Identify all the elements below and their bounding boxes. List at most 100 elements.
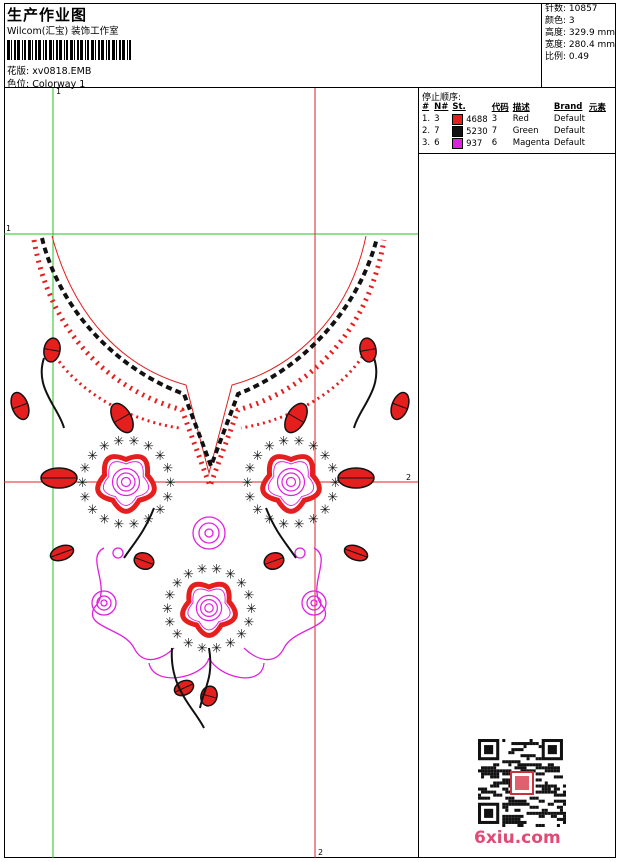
flower-left: ✳✳✳✳✳✳✳✳✳✳✳✳✳ ✳ ✳ ✳✳✳ [77, 435, 176, 533]
svg-text:✳: ✳ [165, 616, 176, 631]
stat-row: 比例: 0.49 [542, 51, 616, 63]
column-header: 元素 [588, 103, 606, 113]
svg-text:✳: ✳ [197, 641, 208, 656]
svg-text:✳: ✳ [113, 435, 124, 450]
svg-text:✳: ✳ [162, 462, 173, 477]
stat-row: 针数: 10857 [542, 3, 616, 15]
svg-text:✳: ✳ [155, 503, 166, 518]
table-cell [588, 137, 609, 149]
column-header: N# [434, 102, 449, 112]
guide-label-h2: 2 [406, 473, 412, 482]
table-cell: 7 [434, 126, 440, 136]
color-swatch [452, 125, 464, 137]
stat-row: 高度: 329.9 mm [542, 27, 616, 39]
table-cell: Green [512, 126, 539, 136]
svg-text:✳: ✳ [308, 512, 319, 527]
leaf [110, 402, 134, 434]
stat-value: 329.9 mm [566, 28, 616, 38]
flower-right: ✳✳✳✳✳✳✳✳✳✳✳✳✳ ✳ ✳ ✳✳✳ [242, 435, 341, 533]
svg-text:✳: ✳ [327, 462, 338, 477]
svg-text:✳: ✳ [294, 517, 305, 532]
stitch-count: 937 [463, 138, 483, 149]
table-cell: 6 [491, 138, 498, 148]
table-cell: 7 [491, 126, 498, 136]
svg-text:✳: ✳ [80, 490, 91, 505]
watermark: 6xiu.com [474, 828, 561, 848]
svg-text:✳: ✳ [211, 563, 222, 578]
svg-text:✳: ✳ [211, 641, 222, 656]
svg-text:✳: ✳ [129, 517, 140, 532]
table-cell: 3 [491, 114, 498, 124]
stat-label: 颜色: [545, 16, 567, 26]
neckline-outline [51, 235, 367, 475]
company-name: Wilcom(汇宝) 装饰工作室 [7, 26, 119, 37]
table-cell [588, 125, 609, 137]
stop-sequence-box: 停止顺序: # N# St. 代码 描述 Brand 元素 1. 3 4688 3 Red Defa… [419, 88, 616, 154]
svg-text:✳: ✳ [225, 567, 236, 582]
svg-text:✳: ✳ [77, 476, 88, 491]
svg-text:✳: ✳ [165, 476, 176, 491]
design-file-line: 花版: xv0818.EMB [7, 63, 91, 77]
leaf [133, 551, 155, 571]
page-title: 生产作业图 [7, 6, 88, 24]
svg-text:✳: ✳ [264, 440, 275, 455]
svg-text:✳: ✳ [225, 637, 236, 652]
table-cell [588, 113, 609, 125]
stitch-count-cell: 5230 [451, 125, 490, 137]
svg-text:✳: ✳ [243, 588, 254, 603]
leaf [43, 337, 61, 363]
leaf [263, 551, 285, 571]
svg-text:✳: ✳ [162, 602, 173, 617]
color-swatch [452, 137, 464, 149]
svg-text:✳: ✳ [99, 440, 110, 455]
guide-label-v2: 2 [318, 848, 324, 857]
embroidery-drawing: ✳✳✳✳✳✳✳✳✳✳✳✳✳ ✳ ✳ ✳✳✳✳✳✳✳✳✳✳✳✳✳✳✳✳ ✳ ✳ ✳✳✳✳✳✳✳… [4, 88, 418, 858]
table-cell: 3. [422, 138, 431, 148]
neckline-dashed [40, 237, 379, 472]
svg-text:✳: ✳ [278, 517, 289, 532]
table-row: 2. 7 5230 7 Green Default [421, 125, 609, 137]
stat-row: 宽度: 280.4 mm [542, 39, 616, 51]
svg-text:✳: ✳ [172, 576, 183, 591]
leaf [337, 467, 375, 489]
leaf [390, 391, 410, 421]
production-sheet: 生产作业图 Wilcom(汇宝) 装饰工作室 花版: xv0818.EMB 色位… [0, 0, 620, 860]
svg-text:✳: ✳ [294, 435, 305, 450]
design-stats: 针数: 10857 颜色: 3 高度: 329.9 mm 宽度: 280.4 mm 比例… [541, 3, 616, 87]
table-cell: 3 [434, 114, 440, 124]
svg-text:✳: ✳ [183, 567, 194, 582]
table-cell: Default [553, 138, 585, 148]
svg-text:✳: ✳ [143, 440, 154, 455]
svg-text:✳: ✳ [308, 440, 319, 455]
leaf [284, 402, 308, 434]
stat-label: 比例: [545, 52, 567, 62]
qr-code [478, 739, 566, 827]
stitch-count: 5230 [463, 126, 488, 137]
column-header: # [422, 102, 430, 112]
table-row: 3. 6 937 6 Magenta Default [421, 137, 609, 149]
stitch-count: 4688 [463, 114, 488, 125]
leaf [40, 467, 78, 489]
stat-row: 颜色: 3 [542, 15, 616, 27]
svg-text:✳: ✳ [197, 563, 208, 578]
svg-text:✳: ✳ [99, 512, 110, 527]
leaf [49, 544, 75, 562]
table-cell: 6 [434, 138, 440, 148]
guide-label-h1: 1 [6, 224, 12, 233]
stitch-count-cell: 937 [451, 137, 490, 149]
table-cell: 1. [422, 114, 431, 124]
stitch-count-cell: 4688 [451, 113, 490, 125]
svg-text:✳: ✳ [278, 435, 289, 450]
stat-value: 0.49 [566, 52, 589, 62]
column-header: 描述 [512, 103, 530, 113]
stat-value: 10857 [566, 4, 598, 14]
table-cell: Red [512, 114, 529, 124]
table-cell: 2. [422, 126, 431, 136]
stat-label: 针数: [545, 4, 567, 14]
column-header: Brand [553, 102, 583, 112]
column-header: 代码 [491, 103, 509, 113]
svg-text:✳: ✳ [245, 490, 256, 505]
leaf [343, 544, 369, 562]
svg-text:✳: ✳ [242, 476, 253, 491]
flower-center: ✳✳✳✳✳✳✳✳✳✳✳✳✳ ✳ ✳ ✳✳✳ [162, 563, 257, 657]
